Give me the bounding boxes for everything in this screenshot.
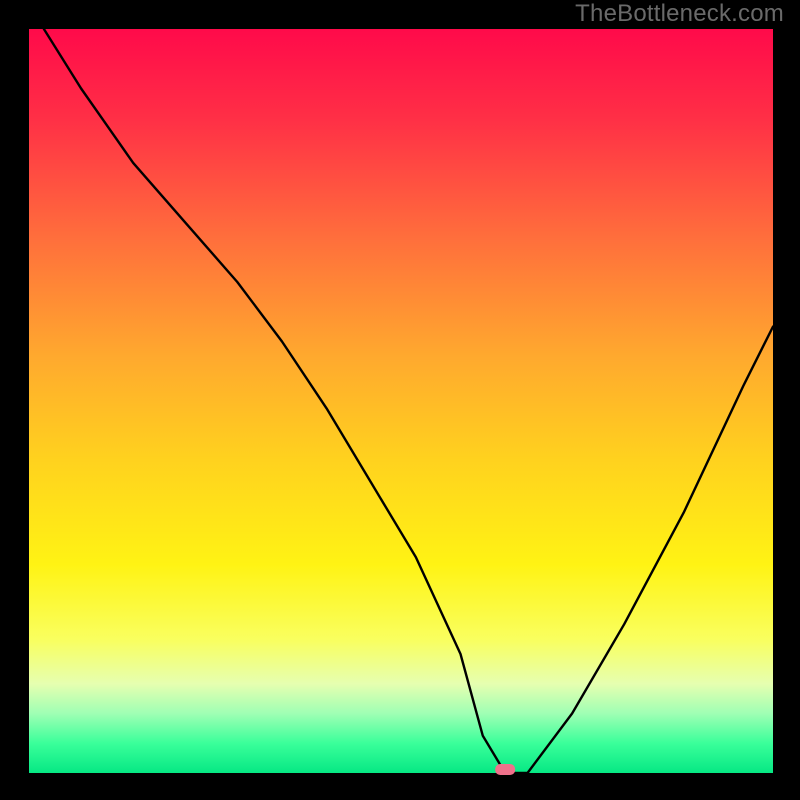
watermark-text: TheBottleneck.com: [575, 0, 784, 28]
chart-container: TheBottleneck.com: [0, 0, 800, 800]
chart-background: [29, 29, 773, 773]
bottleneck-marker: [495, 764, 515, 775]
bottleneck-chart: [0, 0, 800, 800]
